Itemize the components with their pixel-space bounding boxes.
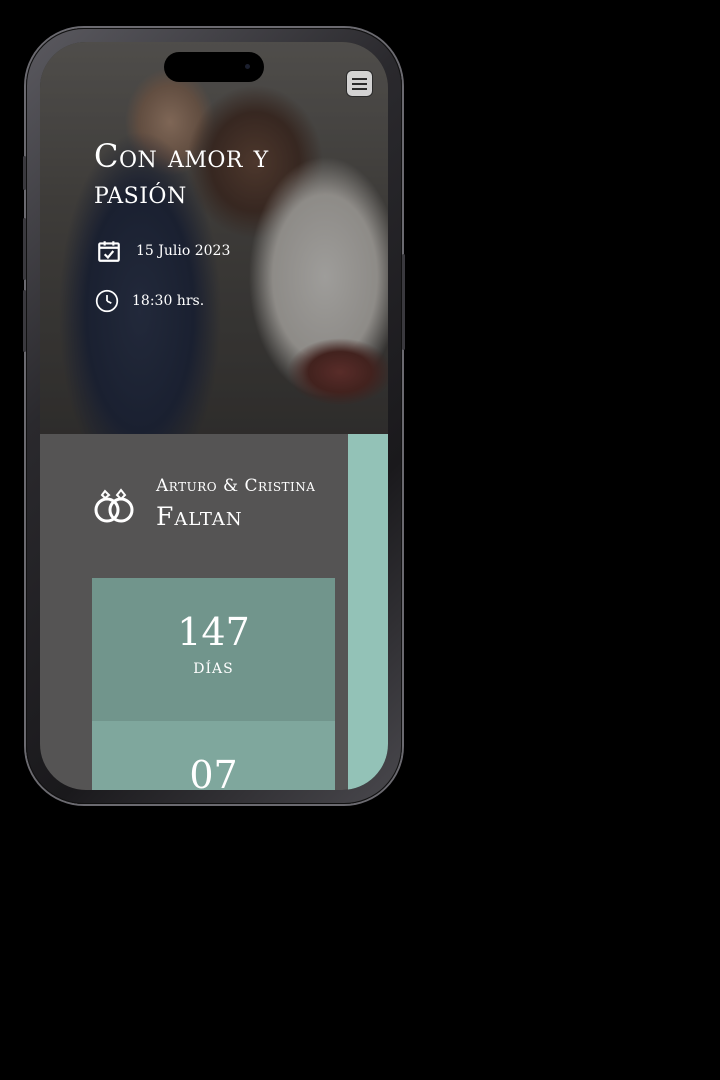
phone-action-button xyxy=(23,156,26,190)
event-time: 18:30 hrs. xyxy=(132,293,205,309)
phone-frame: Con amor y pasión 15 Julio 2023 18:30 hr… xyxy=(23,28,405,804)
countdown-hours-value: 07 xyxy=(189,753,238,790)
time-row: 18:30 hrs. xyxy=(94,288,204,314)
phone-volume-up-button xyxy=(23,218,26,280)
couple-panel: Arturo & Cristina Faltan xyxy=(40,434,348,578)
menu-icon xyxy=(352,77,367,80)
phone-volume-down-button xyxy=(23,290,26,352)
menu-icon-line xyxy=(352,82,367,85)
menu-icon-line xyxy=(352,87,367,90)
couple-names: Arturo & Cristina xyxy=(156,476,316,496)
dynamic-island xyxy=(164,52,264,82)
countdown-days-value: 147 xyxy=(177,610,250,654)
date-row: 15 Julio 2023 xyxy=(96,238,230,264)
hero-title: Con amor y pasión xyxy=(94,137,269,211)
event-date: 15 Julio 2023 xyxy=(136,243,231,259)
clock-icon xyxy=(95,289,119,313)
teal-accent-panel xyxy=(348,434,388,790)
phone-power-button xyxy=(402,254,405,350)
countdown-hours-box: 07 xyxy=(92,721,335,790)
phone-screen: Con amor y pasión 15 Julio 2023 18:30 hr… xyxy=(40,42,388,790)
countdown-heading: Faltan xyxy=(156,502,243,531)
front-camera xyxy=(245,64,250,69)
countdown-days-box: 147 días xyxy=(92,578,335,721)
wedding-rings-icon xyxy=(94,488,134,523)
calendar-check-icon xyxy=(98,241,120,262)
menu-button[interactable] xyxy=(346,70,373,97)
countdown-days-label: días xyxy=(193,654,234,678)
